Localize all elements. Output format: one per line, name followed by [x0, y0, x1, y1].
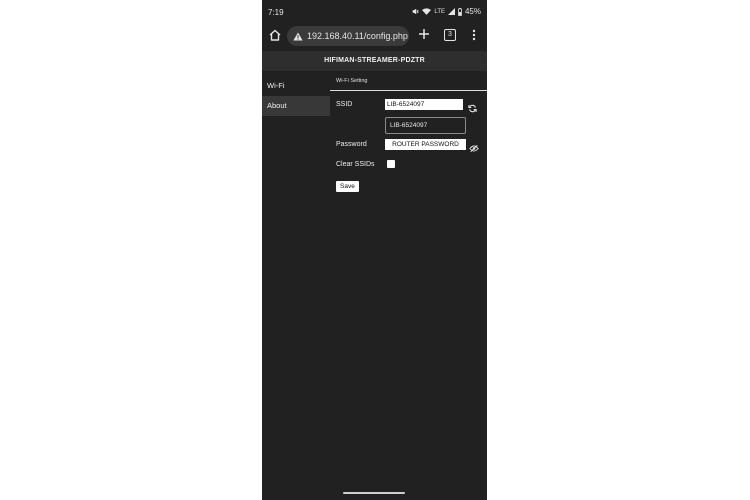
wifi-icon [422, 8, 432, 15]
address-bar[interactable]: 192.168.40.11/config.php [287, 26, 409, 46]
mute-icon [412, 8, 420, 15]
phone-screen: 7:19 LTE 45% 192.168.40.11/config.php 3 … [262, 0, 487, 500]
url-text: 192.168.40.11/config.php [307, 31, 408, 41]
battery-percent: 45% [464, 7, 481, 16]
sidebar-item-about[interactable]: About [262, 96, 330, 116]
browser-toolbar: 192.168.40.11/config.php 3 [262, 22, 487, 51]
section-title: Wi-Fi Setting [336, 78, 368, 84]
clear-ssids-label: Clear SSIDs [336, 161, 375, 168]
home-indicator[interactable] [343, 492, 405, 494]
status-time: 7:19 [268, 8, 284, 17]
status-bar: 7:19 LTE 45% [262, 0, 487, 22]
clear-ssids-checkbox[interactable] [387, 160, 395, 168]
tab-switcher-button[interactable]: 3 [444, 29, 456, 41]
refresh-icon[interactable] [468, 100, 477, 113]
new-tab-icon[interactable] [417, 27, 431, 41]
password-label: Password [336, 141, 367, 148]
battery-icon [457, 7, 462, 16]
warning-icon[interactable] [293, 32, 303, 41]
save-button[interactable]: Save [336, 181, 359, 192]
page-title: HIFIMAN-STREAMER-PDZTR [262, 51, 487, 71]
password-input[interactable]: ROUTER PASSWORD [385, 139, 466, 150]
more-menu-icon[interactable] [470, 28, 478, 42]
ssid-input[interactable]: LIB-6524097 [385, 99, 463, 110]
network-type-label: LTE [434, 8, 445, 15]
home-icon[interactable] [268, 28, 282, 42]
status-icons: LTE 45% [412, 7, 481, 16]
section-divider [330, 90, 487, 91]
ssid-label: SSID [336, 101, 353, 108]
sidebar-item-wifi[interactable]: Wi-Fi [262, 76, 330, 96]
sidebar: Wi-Fi About [262, 76, 330, 116]
ssid-select[interactable]: LIB-6524097 [385, 117, 466, 134]
eye-off-icon[interactable] [469, 140, 479, 153]
signal-icon [447, 8, 455, 15]
